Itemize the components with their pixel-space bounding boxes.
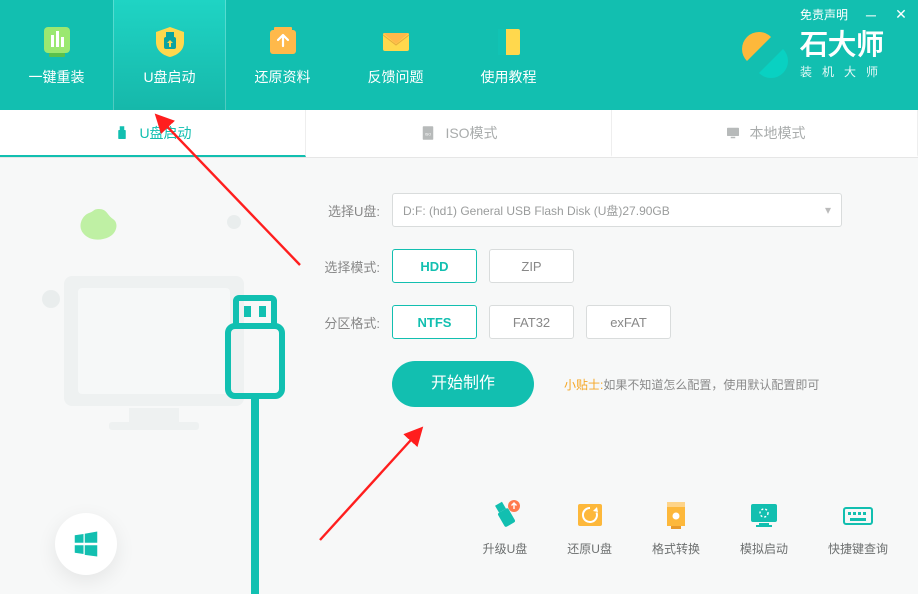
usb-shield-icon [147, 23, 193, 59]
reinstall-icon [34, 23, 80, 59]
nav-label: 反馈问题 [368, 67, 424, 87]
windows-badge-icon [55, 513, 117, 575]
restore-icon [260, 23, 306, 59]
nav-label: 使用教程 [481, 67, 537, 87]
tab-label: ISO模式 [445, 123, 497, 143]
convert-icon [659, 498, 693, 532]
header: 一键重装 U盘启动 还原资料 反馈问题 使用教程 石大师 装机大师 免责声明 [0, 0, 918, 110]
tip-head: 小贴士: [564, 378, 603, 392]
nav-label: 一键重装 [29, 67, 85, 87]
svg-text:ISO: ISO [425, 132, 432, 136]
nav-feedback[interactable]: 反馈问题 [339, 0, 452, 110]
upgrade-usb-icon [488, 498, 522, 532]
decoration-icon [75, 203, 123, 251]
mode-label: 选择模式: [320, 257, 380, 276]
usb-icon [113, 124, 131, 142]
nav-reinstall[interactable]: 一键重装 [0, 0, 113, 110]
disk-value: D:F: (hd1) General USB Flash Disk (U盘)27… [403, 202, 670, 219]
nav-label: U盘启动 [143, 67, 195, 87]
tool-restore-usb[interactable]: 还原U盘 [567, 498, 612, 557]
nav-usb[interactable]: U盘启动 [113, 0, 226, 110]
nav-label: 还原资料 [255, 67, 311, 87]
disclaimer-link[interactable]: 免责声明 [800, 6, 848, 23]
close-button[interactable]: ✕ [894, 8, 908, 22]
tool-label: 还原U盘 [567, 540, 612, 557]
brand-title: 石大师 [800, 31, 888, 59]
tools-row: 升级U盘 还原U盘 格式转换 模拟启动 [483, 498, 888, 557]
tool-simulate[interactable]: 模拟启动 [740, 498, 788, 557]
nav-restore[interactable]: 还原资料 [226, 0, 339, 110]
simulate-icon [747, 498, 781, 532]
tool-label: 升级U盘 [483, 540, 528, 557]
tab-usb-boot[interactable]: U盘启动 [0, 110, 306, 157]
tool-label: 格式转换 [652, 540, 700, 557]
iso-icon: ISO [419, 124, 437, 142]
nav-tutorial[interactable]: 使用教程 [452, 0, 565, 110]
usb-cable-icon [200, 294, 310, 594]
disk-label: 选择U盘: [320, 201, 380, 220]
disk-select[interactable]: D:F: (hd1) General USB Flash Disk (U盘)27… [392, 193, 842, 227]
restore-usb-icon [573, 498, 607, 532]
start-button[interactable]: 开始制作 [392, 361, 534, 407]
tab-local[interactable]: 本地模式 [612, 110, 918, 157]
tool-upgrade[interactable]: 升级U盘 [483, 498, 528, 557]
minimize-button[interactable]: ─ [864, 8, 878, 22]
keyboard-icon [841, 498, 875, 532]
tab-label: U盘启动 [139, 123, 191, 143]
monitor-icon [724, 124, 742, 142]
mode-tabs: U盘启动 ISO ISO模式 本地模式 [0, 110, 918, 158]
mode-option-zip[interactable]: ZIP [489, 249, 574, 283]
tutorial-icon [486, 23, 532, 59]
tool-label: 模拟启动 [740, 540, 788, 557]
main: 选择U盘: D:F: (hd1) General USB Flash Disk … [0, 158, 918, 579]
form-panel: 选择U盘: D:F: (hd1) General USB Flash Disk … [300, 158, 918, 579]
fs-option-exfat[interactable]: exFAT [586, 305, 671, 339]
illustration [0, 158, 300, 579]
chevron-down-icon: ▾ [825, 203, 831, 217]
tip: 小贴士:如果不知道怎么配置，使用默认配置即可 [564, 376, 819, 393]
tool-hotkey[interactable]: 快捷键查询 [828, 498, 888, 557]
fs-label: 分区格式: [320, 313, 380, 332]
fs-option-fat32[interactable]: FAT32 [489, 305, 574, 339]
brand-subtitle: 装机大师 [800, 63, 888, 80]
tab-iso[interactable]: ISO ISO模式 [306, 110, 612, 157]
decoration-icon [225, 213, 243, 231]
tip-body: 如果不知道怎么配置，使用默认配置即可 [603, 378, 819, 392]
fs-option-ntfs[interactable]: NTFS [392, 305, 477, 339]
tool-label: 快捷键查询 [828, 540, 888, 557]
mode-option-hdd[interactable]: HDD [392, 249, 477, 283]
tool-convert[interactable]: 格式转换 [652, 498, 700, 557]
feedback-icon [373, 23, 419, 59]
tab-label: 本地模式 [750, 123, 806, 143]
brand-logo-icon [742, 32, 788, 78]
